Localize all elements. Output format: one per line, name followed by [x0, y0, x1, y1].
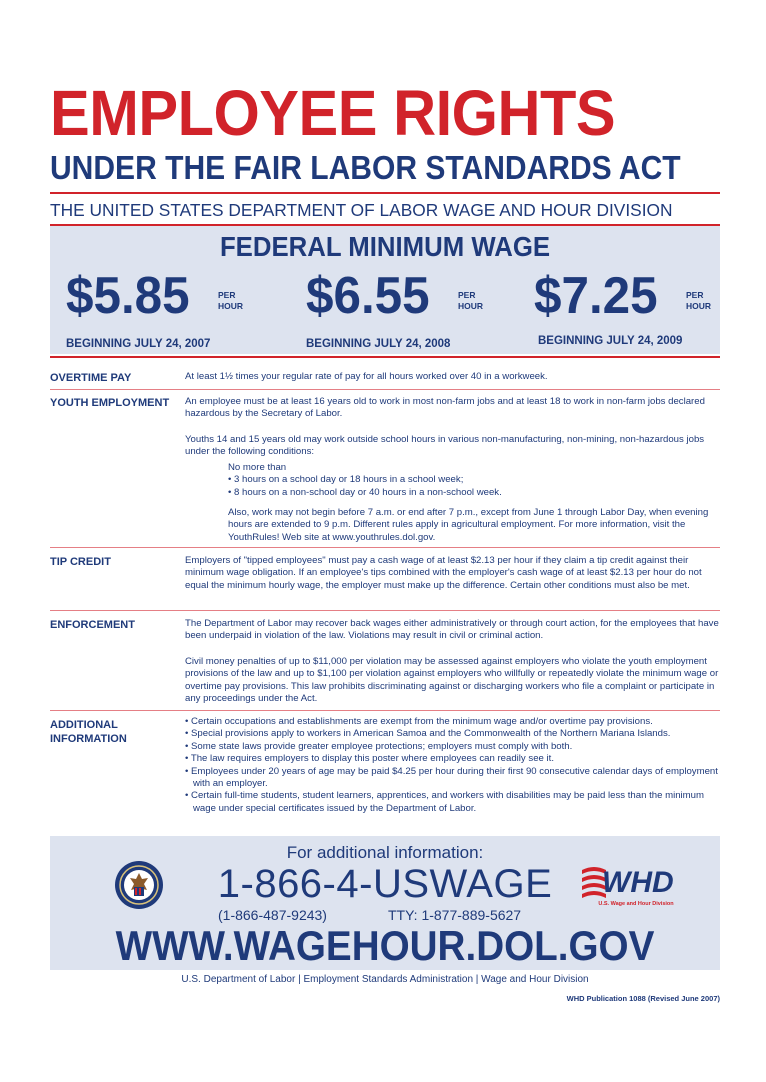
poster-subtitle: UNDER THE FAIR LABOR STANDARDS ACT: [50, 149, 681, 186]
tip-credit-text: Employers of "tipped employees" must pay…: [185, 555, 702, 591]
wage-amount-2009: $7.25: [534, 267, 658, 325]
youth-employment-heading: YOUTH EMPLOYMENT: [50, 397, 170, 409]
department-line: THE UNITED STATES DEPARTMENT OF LABOR WA…: [50, 200, 673, 220]
wage-amount-2007: $5.85: [66, 267, 190, 325]
footer-agency-line: U.S. Department of Labor | Employment St…: [181, 974, 589, 985]
per-hour-label: PER HOUR: [458, 290, 484, 311]
youth-hours-text: Also, work may not begin before 7 a.m. o…: [228, 507, 709, 543]
wage-amount-2008: $6.55: [306, 267, 430, 325]
list-item: Some state laws provide greater employee…: [185, 741, 720, 753]
wage-begin-date-2008: BEGINNING JULY 24, 2008: [306, 338, 451, 350]
list-item: Certain occupations and establishments a…: [185, 716, 720, 728]
divider: [50, 547, 720, 548]
wage-begin-date-2007: BEGINNING JULY 24, 2007: [66, 338, 211, 350]
enforcement-penalties-text: Civil money penalties of up to $11,000 p…: [185, 656, 719, 705]
publication-number: WHD Publication 1088 (Revised June 2007): [566, 994, 720, 1003]
minimum-wage-heading: FEDERAL MINIMUM WAGE: [219, 231, 551, 262]
list-item: Employees under 20 years of age may be p…: [185, 766, 720, 791]
divider: [50, 192, 720, 194]
overtime-text: At least 1½ times your regular rate of p…: [185, 371, 548, 382]
enforcement-text: The Department of Labor may recover back…: [185, 618, 719, 642]
wage-begin-date-2009: BEGINNING JULY 24, 2009: [538, 335, 683, 347]
poster-title: EMPLOYEE RIGHTS: [50, 77, 616, 149]
per-hour-label: PER HOUR: [218, 290, 244, 311]
divider: [50, 610, 720, 611]
overtime-heading: OVERTIME PAY: [50, 372, 132, 384]
youth-employment-text: An employee must be at least 16 years ol…: [185, 396, 705, 420]
divider: [50, 356, 720, 358]
whd-logo-caption: U.S. Wage and Hour Division: [598, 901, 674, 907]
phone-number-vanity[interactable]: 1-866-4-USWAGE: [120, 860, 650, 908]
youth-conditions-intro: Youths 14 and 15 years old may work outs…: [185, 434, 705, 458]
list-item: Certain full-time students, student lear…: [185, 790, 720, 815]
tip-credit-heading: TIP CREDIT: [50, 556, 111, 568]
whd-logo: WHD U.S. Wage and Hour Division: [580, 864, 684, 912]
whd-logo-text: WHD: [602, 866, 674, 899]
additional-information-list: Certain occupations and establishments a…: [185, 716, 720, 815]
youth-conditions-list: No more than 3 hours on a school day or …: [228, 462, 718, 499]
website-link[interactable]: WWW.WAGEHOUR.DOL.GOV: [77, 922, 693, 970]
divider: [50, 710, 720, 711]
additional-information-heading: ADDITIONAL INFORMATION: [50, 719, 127, 745]
list-item: The law requires employers to display th…: [185, 753, 720, 765]
per-hour-label: PER HOUR: [686, 290, 712, 311]
divider: [50, 389, 720, 390]
enforcement-heading: ENFORCEMENT: [50, 619, 135, 631]
list-item: Special provisions apply to workers in A…: [185, 728, 720, 740]
